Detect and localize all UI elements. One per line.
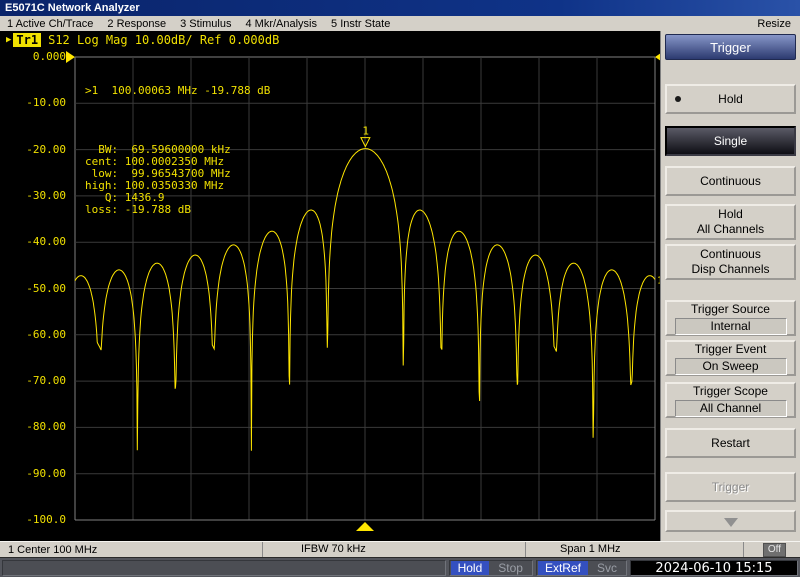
instrument-screen: E5071C Network Analyzer 1 Active Ch/Trac… (0, 0, 800, 577)
extref-status-indicator: ExtRef (538, 561, 588, 575)
radio-dot-icon (675, 96, 681, 102)
y-axis-label: -60.00 (0, 328, 66, 341)
resize-button[interactable]: Resize (757, 18, 800, 30)
softkey-hold[interactable]: Hold (665, 84, 796, 114)
marker-stimulus-indicator-icon (356, 522, 374, 531)
softkey-scroll-down (665, 510, 796, 532)
ifbw-readout: IFBW 70 kHz (262, 542, 525, 557)
status-off-section: Off (743, 542, 800, 557)
softkey-continuous[interactable]: Continuous (665, 166, 796, 196)
menu-item[interactable]: 4 Mkr/Analysis (238, 18, 324, 30)
y-axis-label: 0.000 (0, 50, 66, 63)
taskbar-spacer (2, 560, 446, 576)
menu-item[interactable]: 2 Response (100, 18, 173, 30)
softkey-restart-label: Restart (711, 436, 750, 451)
softkey-restart[interactable]: Restart (665, 428, 796, 458)
softkey-trigger-source[interactable]: Trigger SourceInternal (665, 300, 796, 336)
sweep-center-readout: 1 Center 100 MHz (0, 544, 262, 556)
reference-status-group: ExtRef Svc (536, 560, 627, 576)
softkey-hold-label: Hold (718, 92, 743, 107)
marker-1-label: 1 (362, 125, 369, 138)
softkey-trigger-scope-label: Trigger Scope (693, 384, 768, 399)
softkey-hold-all-channels-label: All Channels (697, 222, 764, 237)
y-axis-label: -100.0 (0, 513, 66, 526)
active-trace-icon: ▶ (6, 35, 11, 45)
menu-bar-items: 1 Active Ch/Trace2 Response3 Stimulus4 M… (0, 18, 397, 30)
softkey-trigger-source-label: Trigger Source (691, 302, 770, 317)
y-axis-label: -90.00 (0, 467, 66, 480)
y-axis-label: -50.00 (0, 282, 66, 295)
softkey-trigger-source-value: Internal (675, 318, 787, 335)
y-axis-label: -10.00 (0, 96, 66, 109)
off-badge: Off (763, 543, 786, 557)
softkey-hold-all-channels[interactable]: HoldAll Channels (665, 204, 796, 240)
trace-header: ▶ Tr1 S12 Log Mag 10.00dB/ Ref 0.000dB (6, 32, 279, 47)
y-axis-label: -80.00 (0, 420, 66, 433)
trigger-status-group: Hold Stop (449, 560, 533, 576)
softkey-continuous-disp-channels-label: Disp Channels (691, 262, 769, 277)
marker-readout: >1 100.00063 MHz -19.788 dB BW: 69.59600… (85, 61, 270, 240)
softkey-trigger-event-label: Trigger Event (695, 342, 767, 357)
softkey-trigger-scope-value: All Channel (675, 400, 787, 417)
trace-format-text: S12 Log Mag 10.00dB/ Ref 0.000dB (48, 33, 279, 47)
softkey-continuous-disp-channels[interactable]: ContinuousDisp Channels (665, 244, 796, 280)
menu-bar: 1 Active Ch/Trace2 Response3 Stimulus4 M… (0, 16, 800, 31)
title-bar: E5071C Network Analyzer (0, 0, 800, 16)
softkey-continuous-label: Continuous (700, 174, 761, 189)
menu-item[interactable]: 3 Stimulus (173, 18, 238, 30)
bandwidth-readout-line: loss: -19.788 dB (85, 204, 270, 216)
softkey-hold-all-channels-label: Hold (718, 207, 743, 222)
main-display: 11 ▶ Tr1 S12 Log Mag 10.00dB/ Ref 0.000d… (0, 31, 660, 541)
softkey-trigger: Trigger (665, 472, 796, 502)
y-axis-labels: 0.000 -10.00 -20.00 -30.00 -40.00 -50.00 -60.0… (0, 31, 70, 541)
softkey-single[interactable]: Single (665, 126, 796, 156)
y-axis-label: -20.00 (0, 143, 66, 156)
hold-status-indicator: Hold (451, 561, 490, 575)
marker-readout-line: >1 100.00063 MHz -19.788 dB (85, 85, 270, 97)
softkey-menu-title: Trigger (665, 34, 796, 60)
softkey-list: HoldSingleContinuousHoldAll ChannelsCont… (665, 84, 796, 532)
svc-status-indicator: Svc (589, 561, 625, 575)
softkey-panel: Trigger HoldSingleContinuousHoldAll Chan… (660, 31, 800, 541)
softkey-single-label: Single (714, 134, 747, 149)
clock: 2024-06-10 15:15 (630, 560, 798, 576)
menu-item[interactable]: 1 Active Ch/Trace (0, 18, 100, 30)
softkey-trigger-event-value: On Sweep (675, 358, 787, 375)
softkey-trigger-event[interactable]: Trigger EventOn Sweep (665, 340, 796, 376)
span-readout: Span 1 MHz (525, 542, 743, 557)
stop-status-indicator: Stop (490, 561, 531, 575)
menu-item[interactable]: 5 Instr State (324, 18, 397, 30)
system-status-bar: Hold Stop ExtRef Svc 2024-06-10 15:15 (0, 557, 800, 577)
y-axis-label: -40.00 (0, 235, 66, 248)
channel-status-bar: 1 Center 100 MHz IFBW 70 kHz Span 1 MHz … (0, 541, 800, 557)
softkey-trigger-scope[interactable]: Trigger ScopeAll Channel (665, 382, 796, 418)
softkey-continuous-disp-channels-label: Continuous (700, 247, 761, 262)
y-axis-label: -30.00 (0, 189, 66, 202)
scroll-down-icon (724, 518, 738, 527)
window-title: E5071C Network Analyzer (5, 2, 140, 14)
bandwidth-readout: BW: 69.59600000 kHzcent: 100.0002350 MHz… (85, 144, 270, 216)
y-axis-label: -70.00 (0, 374, 66, 387)
trace-label-chip[interactable]: Tr1 (13, 33, 41, 47)
softkey-trigger-label: Trigger (712, 480, 750, 495)
